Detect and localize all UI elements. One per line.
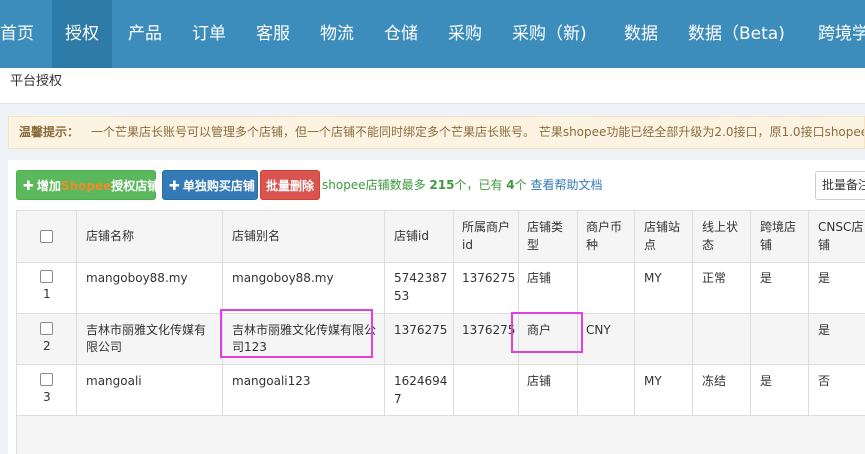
cell-shop-type: 店铺 — [527, 271, 552, 285]
cell-online-status: 冻结 — [702, 374, 727, 388]
header-online-status-line1[interactable]: 线上状 — [702, 219, 738, 236]
notice-text: 一个芒果店长账号可以管理多个店铺，但一个店铺不能同时绑定多个芒果店长账号。 芒果… — [91, 125, 865, 139]
plus-icon: ✚ — [23, 179, 34, 194]
cell-shop-id-line2: 53 — [394, 289, 410, 303]
notice-label: 温馨提示： — [19, 125, 80, 139]
cell-shop-id-line1: 1624694 — [394, 374, 448, 388]
row-number: 1 — [43, 287, 51, 301]
highlight-box-alias — [220, 309, 373, 358]
nav-item-authorization[interactable]: 授权 — [52, 0, 112, 68]
cell-shop-id: 1376275 — [394, 323, 448, 337]
header-merchant-id-line2[interactable]: id — [462, 237, 473, 254]
warning-notice: 温馨提示： 一个芒果店长账号可以管理多个店铺，但一个店铺不能同时绑定多个芒果店长… — [8, 116, 865, 149]
buy-shop-button[interactable]: ✚ 单独购买店铺 — [162, 170, 258, 200]
cell-shop-id-line1: 5742387 — [394, 271, 448, 285]
top-navigation: 首页 授权 产品 订单 客服 物流 仓储 采购 采购（新) 数据 数据（Beta… — [0, 0, 865, 68]
cell-shop-alias[interactable]: mangoali123 — [232, 373, 311, 390]
shop-count-info: shopee店铺数最多 215个，已有 4个 查看帮助文档 — [322, 176, 603, 193]
stats-suffix: 个 — [514, 178, 527, 192]
batch-note-button[interactable]: 批量备注 — [815, 171, 865, 200]
nav-item-purchasing-new[interactable]: 采购（新) — [512, 0, 587, 68]
cell-shop-name: mangoboy88.my — [86, 271, 188, 285]
breadcrumb: 平台授权 — [0, 68, 865, 104]
nav-item-warehouse[interactable]: 仓储 — [384, 0, 418, 68]
cell-shop-name-line2: 限公司 — [86, 340, 123, 354]
shop-table: 店铺名称 店铺别名 店铺id 所属商户 id 店铺类 型 商户币 种 店铺站 点… — [16, 210, 865, 454]
nav-item-purchasing[interactable]: 采购 — [448, 0, 482, 68]
stats-prefix: shopee店铺数最多 — [322, 178, 430, 192]
header-shop-id[interactable]: 店铺id — [394, 228, 429, 245]
highlight-box-shop-type — [511, 312, 583, 353]
cell-shop-name: mangoali — [86, 374, 142, 388]
cell-cross-border: 是 — [760, 271, 773, 285]
header-shop-type-line2[interactable]: 型 — [527, 237, 539, 254]
select-all-checkbox[interactable] — [40, 230, 53, 243]
add-button-prefix: 增加 — [36, 179, 61, 193]
row-number: 3 — [43, 390, 51, 404]
nav-item-products[interactable]: 产品 — [128, 0, 162, 68]
cell-shop-type: 店铺 — [527, 374, 552, 388]
header-cross-border-line1[interactable]: 跨境店 — [760, 219, 796, 236]
nav-item-home[interactable]: 首页 — [0, 0, 34, 68]
cell-cross-border: 是 — [760, 374, 773, 388]
owned-shop-count: 4 — [506, 178, 515, 192]
nav-item-data-beta[interactable]: 数据（Beta) — [688, 0, 785, 68]
row-checkbox[interactable] — [40, 270, 53, 283]
header-shop-alias[interactable]: 店铺别名 — [232, 228, 280, 245]
header-cross-border-line2[interactable]: 铺 — [760, 237, 772, 254]
cell-merchant-id: 1376275 — [462, 323, 516, 337]
header-site-line2[interactable]: 点 — [644, 237, 656, 254]
table-empty-area — [17, 415, 865, 454]
batch-delete-button[interactable]: 批量删除 — [260, 170, 320, 200]
buy-button-label: 单独购买店铺 — [182, 179, 255, 193]
cell-online-status: 正常 — [702, 271, 727, 285]
cell-cnsc: 否 — [818, 374, 831, 388]
add-button-suffix: 授权店铺 — [111, 179, 160, 193]
cell-cnsc: 是 — [818, 271, 831, 285]
max-shop-count: 215 — [429, 178, 455, 192]
cell-site: MY — [644, 271, 662, 285]
row-divider — [17, 364, 865, 365]
row-divider — [17, 313, 865, 314]
row-number: 2 — [43, 339, 51, 353]
nav-item-customer-service[interactable]: 客服 — [256, 0, 290, 68]
header-shop-type-line1[interactable]: 店铺类 — [527, 219, 563, 236]
header-currency-line2[interactable]: 种 — [586, 237, 598, 254]
cell-shop-id-line2: 7 — [394, 392, 402, 406]
stats-mid: 个，已有 — [454, 178, 507, 192]
row-divider — [17, 415, 865, 416]
header-online-status-line2[interactable]: 态 — [702, 237, 714, 254]
nav-item-cross-border-learning[interactable]: 跨境学 — [818, 0, 865, 68]
header-cnsc-line2[interactable]: 铺 — [818, 237, 830, 254]
row-checkbox[interactable] — [40, 322, 53, 335]
header-site-line1[interactable]: 店铺站 — [644, 219, 680, 236]
row-divider — [17, 262, 865, 263]
nav-item-orders[interactable]: 订单 — [192, 0, 226, 68]
nav-item-logistics[interactable]: 物流 — [320, 0, 354, 68]
header-shop-name[interactable]: 店铺名称 — [86, 228, 134, 245]
add-shopee-shop-button[interactable]: ✚ 增加Shopee授权店铺 — [16, 170, 160, 200]
cell-shop-name-line1: 吉林市丽雅文化传媒有 — [86, 323, 207, 337]
header-merchant-id-line1[interactable]: 所属商户 — [462, 219, 510, 236]
cell-cnsc: 是 — [818, 323, 831, 337]
cell-shop-alias[interactable]: mangoboy88.my — [232, 270, 334, 287]
cell-currency: CNY — [586, 323, 611, 337]
breadcrumb-current: 平台授权 — [10, 74, 63, 89]
header-cnsc-line1[interactable]: CNSC店 — [818, 219, 863, 236]
add-button-brand: Shopee — [60, 179, 112, 193]
plus-icon: ✚ — [169, 179, 180, 194]
cell-site: MY — [644, 374, 662, 388]
help-doc-link[interactable]: 查看帮助文档 — [531, 178, 603, 192]
header-currency-line1[interactable]: 商户币 — [586, 219, 622, 236]
row-checkbox[interactable] — [40, 373, 53, 386]
cell-merchant-id: 1376275 — [462, 271, 516, 285]
nav-item-data[interactable]: 数据 — [624, 0, 658, 68]
